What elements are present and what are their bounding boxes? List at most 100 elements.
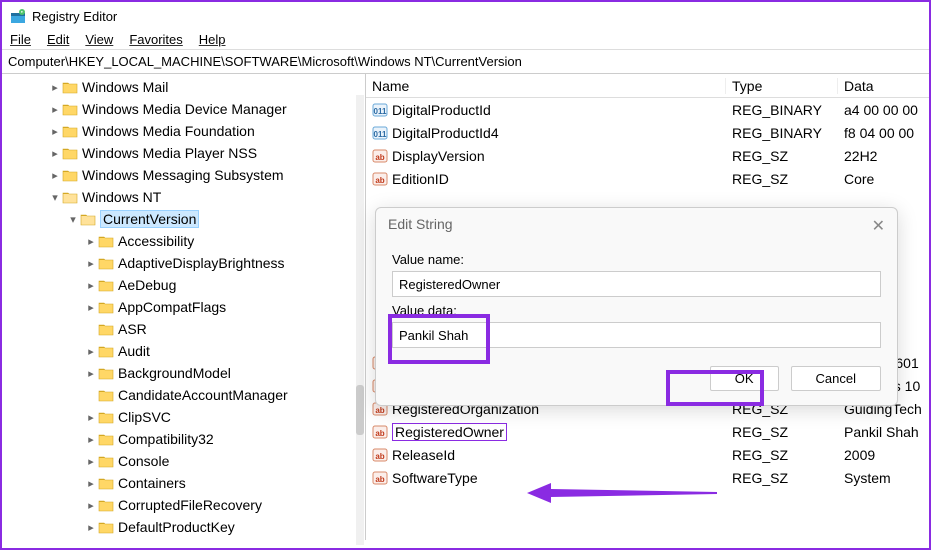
value-data: System xyxy=(838,470,929,486)
value-type: REG_SZ xyxy=(726,447,838,463)
close-icon[interactable]: ✕ xyxy=(872,216,885,236)
tree-item[interactable]: ▸ Compatibility32 xyxy=(2,428,365,450)
svg-text:ab: ab xyxy=(375,153,384,162)
chevron-icon[interactable]: ▸ xyxy=(84,301,98,314)
tree-label: AppCompatFlags xyxy=(118,299,226,315)
tree-item[interactable]: ▸ DefaultProductKey xyxy=(2,516,365,538)
tree-label: ASR xyxy=(118,321,147,337)
scroll-thumb[interactable] xyxy=(356,385,364,435)
chevron-icon[interactable]: ▸ xyxy=(48,125,62,138)
list-row[interactable]: abReleaseIdREG_SZ2009 xyxy=(366,443,929,466)
value-data: Core xyxy=(838,171,929,187)
tree-item[interactable]: ▸ CorruptedFileRecovery xyxy=(2,494,365,516)
chevron-icon[interactable]: ▸ xyxy=(84,367,98,380)
tree-item[interactable]: ▸Windows Media Foundation xyxy=(2,120,365,142)
list-row[interactable]: abEditionIDREG_SZCore xyxy=(366,167,929,190)
cancel-button[interactable]: Cancel xyxy=(791,366,881,391)
chevron-icon[interactable]: ▸ xyxy=(84,477,98,490)
tree-item[interactable]: ▸ Windows Messaging Subsystem xyxy=(2,164,365,186)
header-type[interactable]: Type xyxy=(726,78,838,94)
chevron-icon[interactable]: ▾ xyxy=(66,213,80,226)
tree-item[interactable]: ▾ Windows NT xyxy=(2,186,365,208)
list-row[interactable]: abDisplayVersionREG_SZ22H2 xyxy=(366,144,929,167)
menu-help[interactable]: Help xyxy=(199,32,226,47)
tree-label: Compatibility32 xyxy=(118,431,214,447)
tree-item[interactable]: ▸Audit xyxy=(2,340,365,362)
tree-label: Containers xyxy=(118,475,186,491)
value-type: REG_SZ xyxy=(726,424,838,440)
svg-text:ab: ab xyxy=(375,406,384,415)
chevron-icon[interactable]: ▸ xyxy=(84,235,98,248)
tree-scrollbar[interactable] xyxy=(356,95,364,545)
value-name: DigitalProductId4 xyxy=(392,125,726,141)
chevron-icon[interactable]: ▾ xyxy=(48,191,62,204)
tree-label: CurrentVersion xyxy=(100,210,199,228)
tree-item[interactable]: ▸ BackgroundModel xyxy=(2,362,365,384)
chevron-icon[interactable]: ▸ xyxy=(48,81,62,94)
header-name[interactable]: Name xyxy=(366,78,726,94)
annotation-arrow xyxy=(527,481,717,505)
window-title: Registry Editor xyxy=(32,9,117,24)
svg-text:011: 011 xyxy=(374,130,387,139)
value-name-label: Value name: xyxy=(392,252,881,267)
tree-label: Windows Messaging Subsystem xyxy=(82,167,284,183)
value-name: EditionID xyxy=(392,171,726,187)
menu-view[interactable]: View xyxy=(85,32,113,47)
tree-item[interactable]: ▸ AppCompatFlags xyxy=(2,296,365,318)
app-icon xyxy=(10,8,26,24)
chevron-icon[interactable]: ▸ xyxy=(84,257,98,270)
tree-item[interactable]: ▸Windows Media Player NSS xyxy=(2,142,365,164)
chevron-icon[interactable]: ▸ xyxy=(84,345,98,358)
chevron-icon[interactable]: ▸ xyxy=(84,455,98,468)
chevron-icon[interactable]: ▸ xyxy=(84,411,98,424)
chevron-icon[interactable]: ▸ xyxy=(84,433,98,446)
chevron-icon[interactable]: ▸ xyxy=(84,279,98,292)
tree-label: Console xyxy=(118,453,169,469)
tree-item[interactable]: ▸ AeDebug xyxy=(2,274,365,296)
tree-label: Windows Media Device Manager xyxy=(82,101,287,117)
menu-favorites[interactable]: Favorites xyxy=(129,32,182,47)
tree-item[interactable]: ▸ Containers xyxy=(2,472,365,494)
menu-edit[interactable]: Edit xyxy=(47,32,69,47)
tree-item[interactable]: ▸AdaptiveDisplayBrightness xyxy=(2,252,365,274)
svg-text:ab: ab xyxy=(375,475,384,484)
list-row[interactable]: abRegisteredOwnerREG_SZPankil Shah xyxy=(366,420,929,443)
edit-string-dialog: Edit String ✕ Value name: Value data: OK… xyxy=(375,207,898,406)
dialog-title: Edit String xyxy=(388,216,453,236)
value-name-input[interactable] xyxy=(392,271,881,297)
tree-view[interactable]: ▸ Windows Mail ▸ Windows Media Device Manag… xyxy=(2,74,366,540)
chevron-icon[interactable]: ▸ xyxy=(84,499,98,512)
value-type: REG_SZ xyxy=(726,470,838,486)
tree-item[interactable]: ASR xyxy=(2,318,365,340)
list-row[interactable]: 011DigitalProductId4REG_BINARYf8 04 00 0… xyxy=(366,121,929,144)
tree-item[interactable]: ▸ ClipSVC xyxy=(2,406,365,428)
chevron-icon[interactable]: ▸ xyxy=(84,521,98,534)
tree-label: ClipSVC xyxy=(118,409,171,425)
value-type: REG_SZ xyxy=(726,148,838,164)
svg-text:ab: ab xyxy=(375,429,384,438)
tree-item[interactable]: ▾ CurrentVersion xyxy=(2,208,365,230)
tree-label: CorruptedFileRecovery xyxy=(118,497,262,513)
tree-item[interactable]: ▸ Console xyxy=(2,450,365,472)
tree-label: Windows NT xyxy=(82,189,161,205)
tree-label: DefaultProductKey xyxy=(118,519,235,535)
list-row[interactable]: 011DigitalProductIdREG_BINARYa4 00 00 00 xyxy=(366,98,929,121)
address-bar[interactable]: Computer\HKEY_LOCAL_MACHINE\SOFTWARE\Mic… xyxy=(2,50,929,74)
chevron-icon[interactable]: ▸ xyxy=(48,169,62,182)
tree-item[interactable]: ▸Accessibility xyxy=(2,230,365,252)
chevron-icon[interactable]: ▸ xyxy=(48,147,62,160)
value-name: DigitalProductId xyxy=(392,102,726,118)
value-data: 2009 xyxy=(838,447,929,463)
annotation-highlight xyxy=(388,314,490,364)
tree-item[interactable]: ▸ Windows Media Device Manager xyxy=(2,98,365,120)
tree-label: AeDebug xyxy=(118,277,176,293)
svg-text:ab: ab xyxy=(375,176,384,185)
tree-item[interactable]: CandidateAccountManager xyxy=(2,384,365,406)
tree-item[interactable]: ▸ Windows Mail xyxy=(2,76,365,98)
header-data[interactable]: Data xyxy=(838,78,929,94)
tree-label: BackgroundModel xyxy=(118,365,231,381)
chevron-icon[interactable]: ▸ xyxy=(48,103,62,116)
value-name: ReleaseId xyxy=(392,447,726,463)
menu-file[interactable]: File xyxy=(10,32,31,47)
tree-label: Windows Mail xyxy=(82,79,168,95)
